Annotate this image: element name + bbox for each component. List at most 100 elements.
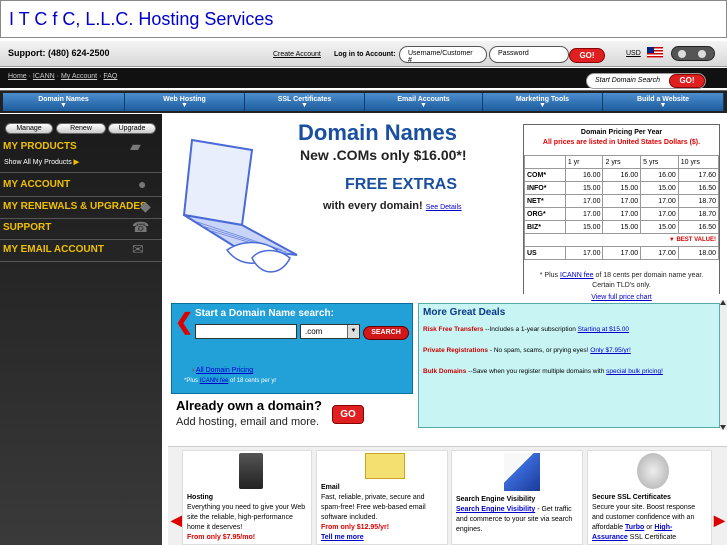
envelope-icon	[365, 453, 405, 479]
server-icon	[239, 453, 263, 489]
chevron-down-icon: ▼	[347, 325, 359, 338]
chevron-down-icon: ▼	[420, 102, 427, 109]
show-all-label: Show All My Products	[4, 159, 72, 166]
turbo-link[interactable]: Turbo	[625, 524, 644, 531]
arrow-right-icon: ▶	[73, 159, 80, 166]
all-domain-pricing-link[interactable]: All Domain Pricing	[196, 367, 253, 374]
card-title: Secure SSL Certificates	[592, 494, 671, 501]
price-cell: 15.00	[564, 220, 604, 234]
renew-button[interactable]: Renew	[56, 123, 106, 134]
show-all-products-link[interactable]: Show All My Products ▶	[4, 158, 79, 166]
deal-text: - No spam, scams, or prying eyes!	[489, 347, 589, 354]
menu-email-accounts[interactable]: Email Accounts ▼	[365, 93, 483, 111]
price-cell: 18.00	[677, 246, 720, 260]
deal-link[interactable]: Starting at $15.00	[578, 326, 629, 333]
chevron-down-icon: ▼	[659, 102, 667, 109]
menu-build-a-website[interactable]: Build a Website ▼	[603, 93, 724, 111]
tld-cell: NET*	[524, 194, 566, 208]
tld-cell: ORG*	[524, 207, 566, 221]
menu-domain-names[interactable]: Domain Names ▼	[3, 93, 125, 111]
see-details-link[interactable]: See Details	[426, 204, 462, 211]
menu-ssl-certificates[interactable]: SSL Certificates ▼	[245, 93, 365, 111]
deal-link[interactable]: special bulk pricing!	[606, 368, 663, 375]
chevron-down-icon: ▼	[181, 102, 188, 109]
login-go-button[interactable]: GO!	[569, 48, 605, 63]
breadcrumb-my-account[interactable]: My Account	[61, 73, 97, 80]
main-menu: Domain Names ▼ Web Hosting ▼ SSL Certifica…	[0, 90, 727, 113]
hero-title: Domain Names	[298, 120, 457, 145]
tld-cell: US	[524, 246, 566, 260]
card-title: Email	[321, 484, 340, 491]
chevron-down-icon: ▼	[301, 102, 308, 109]
support-bar: Support: (480) 624-2500 Create Account L…	[0, 41, 727, 67]
ssl-text: Secure your site. Boost response and cus…	[592, 504, 696, 531]
deals-title: More Great Deals	[423, 307, 506, 318]
ssl-badge-icon	[637, 453, 669, 489]
sidebar-renewals[interactable]: MY RENEWALS & UPGRADES	[3, 201, 147, 212]
note-prefix: * Plus	[539, 272, 559, 279]
hosting-card[interactable]: Hosting Everything you need to give your…	[182, 450, 312, 545]
menu-web-hosting[interactable]: Web Hosting ▼	[125, 93, 245, 111]
sidebar-my-products[interactable]: MY PRODUCTS	[3, 141, 77, 152]
tell-me-more-link[interactable]: Tell me more	[321, 533, 443, 543]
icann-prefix: *Plus	[184, 378, 199, 384]
sidebar-email[interactable]: MY EMAIL ACCOUNT	[3, 244, 104, 255]
sidebar-my-account[interactable]: MY ACCOUNT	[3, 179, 70, 190]
chart-icon	[504, 453, 540, 491]
hero-subtitle: New .COMs only $16.00*!	[300, 147, 467, 163]
password-field[interactable]: Password	[489, 46, 569, 63]
deal-name: Risk Free Transfers	[423, 326, 484, 333]
price-cell: 16.00	[564, 168, 604, 182]
breadcrumb-icann[interactable]: ICANN	[33, 73, 55, 80]
best-value-badge: ▼ BEST VALUE!	[524, 233, 719, 247]
price-cell: 17.00	[564, 194, 604, 208]
menu-marketing-tools[interactable]: Marketing Tools ▼	[483, 93, 603, 111]
breadcrumb-home[interactable]: Home	[8, 73, 27, 80]
deal-name: Bulk Domains	[423, 368, 467, 375]
deal-item: Risk Free Transfers --Includes a 1-year …	[423, 326, 629, 333]
deal-link[interactable]: Only $7.95/yr!	[590, 347, 630, 354]
triangle-icon: ▼	[668, 237, 675, 243]
icann-fee-link[interactable]: ICANN fee	[560, 272, 593, 279]
username-field[interactable]: Username/Customer #	[399, 46, 487, 64]
currency-link[interactable]: USD	[626, 50, 641, 57]
domain-search-go-button[interactable]: GO!	[669, 74, 705, 88]
view-full-price-chart-link[interactable]: View full price chart	[523, 294, 720, 301]
sidebar-support[interactable]: SUPPORT	[3, 222, 51, 233]
card-title: Hosting	[187, 494, 214, 501]
domain-search-input[interactable]	[195, 324, 297, 339]
tld-select[interactable]: .com ▼	[300, 324, 360, 339]
already-own-go-button[interactable]: GO	[332, 405, 364, 424]
carousel-prev-icon[interactable]: ◀	[171, 512, 182, 529]
scrollbar[interactable]	[720, 300, 727, 430]
price-cell: 17.00	[640, 207, 679, 221]
price-cell: 17.00	[602, 194, 642, 208]
search-button[interactable]: SEARCH	[363, 326, 409, 340]
seo-card[interactable]: Search Engine Visibility Search Engine V…	[451, 450, 583, 545]
table-row: NET* 17.00 17.00 17.00 18.70	[524, 194, 720, 208]
site-title: I T C f C, L.L.C. Hosting Services	[9, 9, 274, 29]
seo-link[interactable]: Search Engine Visibility	[456, 506, 535, 513]
icann-fee-link-2[interactable]: ICANN fee	[200, 378, 229, 384]
table-row: COM* 16.00 16.00 16.00 17.60	[524, 168, 720, 182]
support-phone: Support: (480) 624-2500	[8, 48, 110, 58]
us-flag-icon[interactable]	[647, 47, 663, 58]
price-cell: 15.00	[564, 181, 604, 195]
create-account-link[interactable]: Create Account	[273, 51, 321, 58]
deal-name: Private Registrations	[423, 347, 489, 354]
table-header: 10 yrs	[677, 155, 720, 169]
price-cell: 16.50	[677, 220, 720, 234]
tld-value: .com	[305, 327, 323, 336]
upgrade-button[interactable]: Upgrade	[108, 123, 156, 134]
card-promo: From only $12.95/yr!	[321, 524, 390, 531]
table-header: 2 yrs	[602, 155, 642, 169]
carousel-next-icon[interactable]: ▶	[714, 512, 725, 529]
card-text: Fast, reliable, private, secure and spam…	[321, 494, 426, 521]
email-card[interactable]: Email Fast, reliable, private, secure an…	[316, 450, 448, 545]
cart-icon[interactable]	[671, 46, 715, 61]
more-deals-panel: More Great Deals Risk Free Transfers --I…	[418, 303, 720, 428]
ssl-card[interactable]: Secure SSL Certificates Secure your site…	[587, 450, 712, 545]
manage-button[interactable]: Manage	[5, 123, 53, 134]
price-cell: 15.00	[602, 220, 642, 234]
breadcrumb-faq[interactable]: FAQ	[103, 73, 117, 80]
